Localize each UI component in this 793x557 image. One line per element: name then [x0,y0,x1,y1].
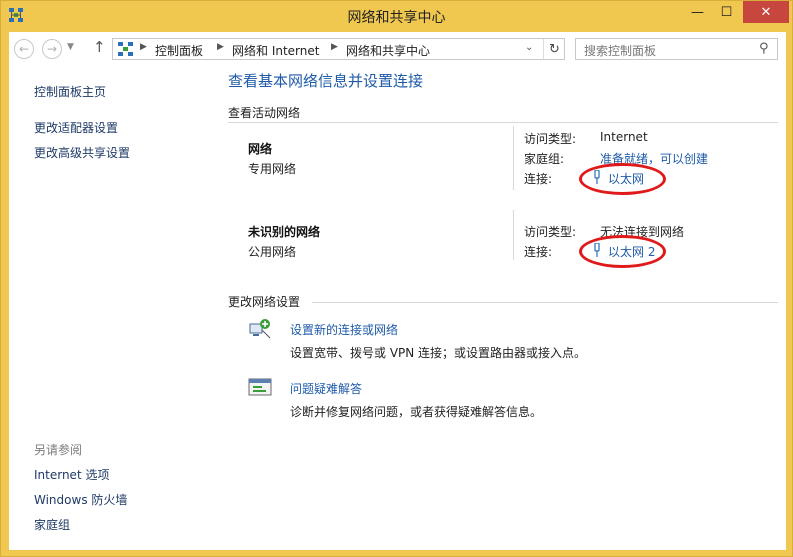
sidebar-item-change-adapter-settings[interactable]: 更改适配器设置 [34,119,118,136]
breadcrumb-separator-icon[interactable]: ▶ [331,42,338,52]
sidebar: 控制面板主页 更改适配器设置 更改高级共享设置 另请参阅 Internet 选项… [9,66,219,550]
troubleshoot-link[interactable]: 问题疑难解答 [290,380,362,397]
page-title: 查看基本网络信息并设置连接 [228,72,424,90]
annotation-circle [579,163,666,195]
search-box[interactable]: 搜索控制面板 ⚲ [575,38,778,60]
title-bar[interactable]: 网络和共享中心 — ☐ ✕ [1,1,792,31]
up-button[interactable]: ↑ [93,38,106,56]
network-2-name: 未识别的网络 [248,225,321,239]
see-also-heading: 另请参阅 [34,443,83,457]
annotation-circle [579,235,666,268]
back-button[interactable]: ← [14,39,34,59]
section-divider [312,302,778,303]
breadcrumb-network-sharing-center[interactable]: 网络和共享中心 [346,42,430,59]
new-connection-icon [249,319,271,339]
window: 网络和共享中心 — ☐ ✕ ← → ▼ ↑ ▶ 控制面板 ▶ 网络和 Inter… [0,0,793,557]
network-1-homegroup-label: 家庭组: [524,152,565,166]
sidebar-item-control-panel-home[interactable]: 控制面板主页 [34,83,106,100]
active-networks-heading: 查看活动网络 [228,106,301,120]
breadcrumb-control-panel[interactable]: 控制面板 [155,42,203,59]
breadcrumb-separator-icon[interactable]: ▶ [217,42,224,52]
search-input[interactable]: 搜索控制面板 [584,42,656,59]
main-content: 查看基本网络信息并设置连接 查看活动网络 网络 专用网络 访问类型: Inter… [228,66,786,550]
section-divider [228,122,778,123]
refresh-icon: ↻ [549,41,560,57]
setup-new-connection-link[interactable]: 设置新的连接或网络 [290,321,398,338]
network-1-connection-label: 连接: [524,172,553,186]
refresh-button[interactable]: ↻ [543,39,565,59]
maximize-button[interactable]: ☐ [712,1,741,23]
window-title: 网络和共享中心 [347,10,446,26]
minimize-button[interactable]: — [683,1,712,23]
setup-new-connection-desc: 设置宽带、拨号或 VPN 连接；或设置路由器或接入点。 [290,346,587,360]
troubleshoot-icon [248,378,272,396]
client-area: ← → ▼ ↑ ▶ 控制面板 ▶ 网络和 Internet ▶ 网络和共享中心 … [9,32,786,550]
network-1-name: 网络 [248,142,273,156]
network-1-access-label: 访问类型: [524,132,577,146]
network-1-access-value: Internet [600,130,648,144]
sidebar-item-change-advanced-sharing[interactable]: 更改高级共享设置 [34,144,130,161]
troubleshoot-desc: 诊断并修复网络问题，或者获得疑难解答信息。 [290,405,543,419]
network-1-divider [513,126,514,190]
control-panel-icon [118,42,133,56]
sidebar-item-internet-options[interactable]: Internet 选项 [34,466,109,483]
change-settings-heading: 更改网络设置 [228,295,301,309]
recent-locations-icon[interactable]: ▼ [67,42,74,52]
search-icon[interactable]: ⚲ [759,41,769,56]
sidebar-item-windows-firewall[interactable]: Windows 防火墙 [34,491,127,508]
forward-button[interactable]: → [42,39,62,59]
breadcrumb-network-internet[interactable]: 网络和 Internet [232,42,319,59]
address-bar[interactable]: ▶ 控制面板 ▶ 网络和 Internet ▶ 网络和共享中心 ⌄ ↻ [112,38,565,60]
close-button[interactable]: ✕ [743,1,789,23]
network-2-divider [513,210,514,260]
network-1-type: 专用网络 [248,162,297,176]
sidebar-item-homegroup[interactable]: 家庭组 [34,516,70,533]
chevron-down-icon[interactable]: ⌄ [525,42,533,53]
network-2-type: 公用网络 [248,245,297,259]
navigation-bar: ← → ▼ ↑ ▶ 控制面板 ▶ 网络和 Internet ▶ 网络和共享中心 … [9,32,786,66]
network-2-access-label: 访问类型: [524,225,577,239]
network-2-connection-label: 连接: [524,245,553,259]
breadcrumb-separator-icon[interactable]: ▶ [140,42,147,52]
